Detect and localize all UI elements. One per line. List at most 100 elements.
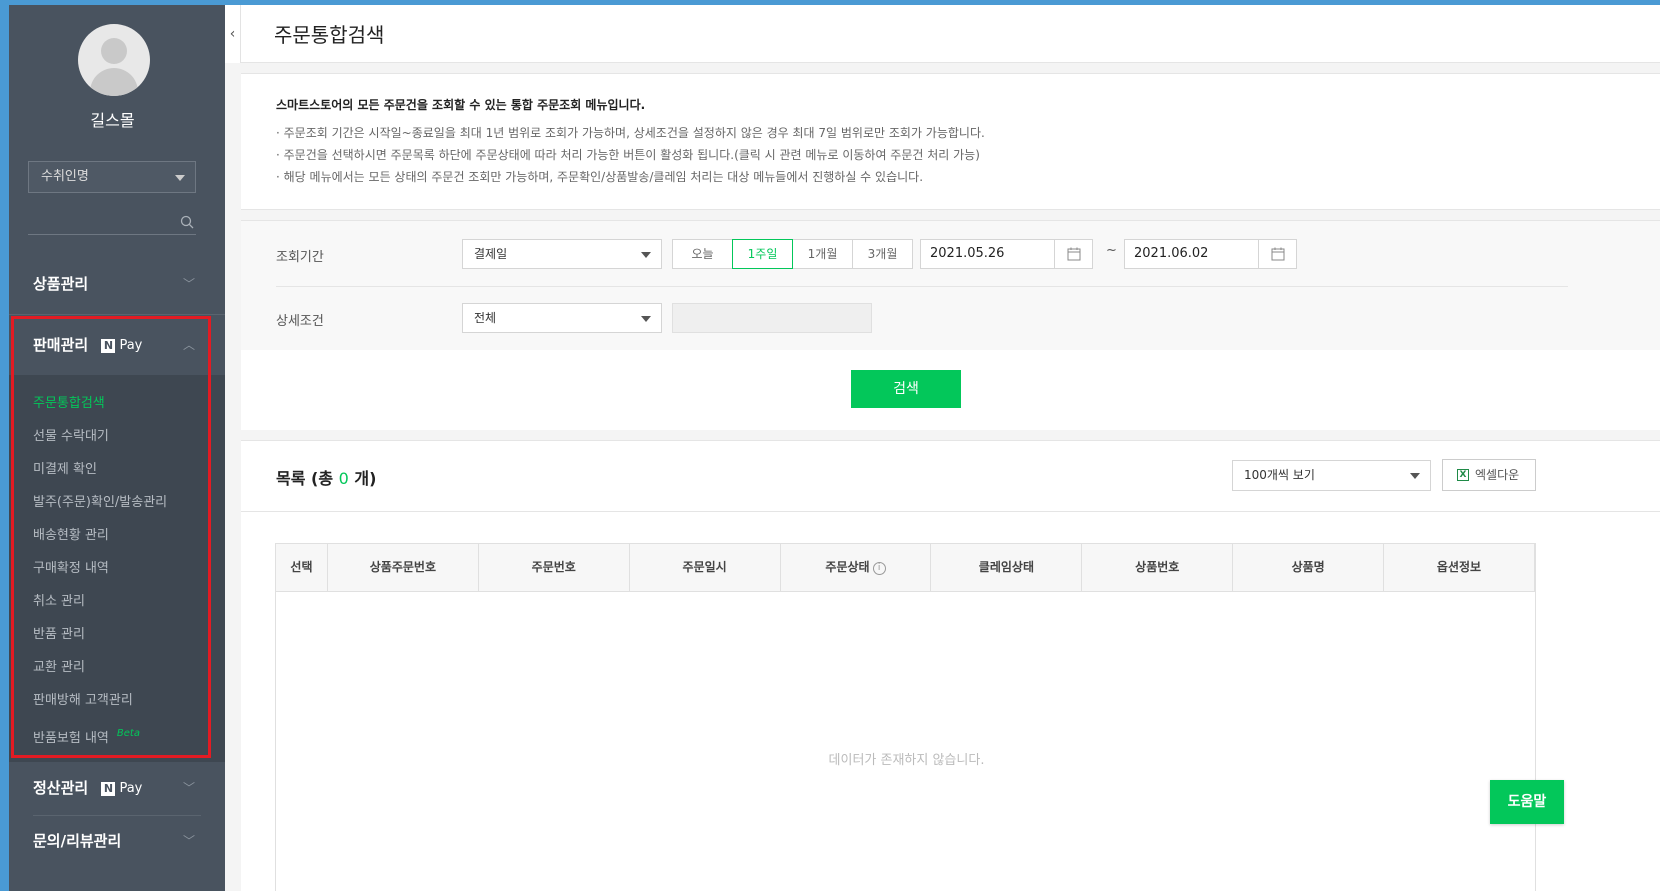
period-today-button[interactable]: 오늘 — [672, 239, 733, 269]
column-header[interactable]: 클레임상태 — [931, 544, 1083, 591]
menu-settlement[interactable]: 정산관리 N Pay ﹀ — [9, 762, 225, 815]
date-range-separator: ~ — [1106, 243, 1117, 258]
info-line: · 주문건을 선택하시면 주문목록 하단에 주문상태에 따라 처리 가능한 버튼… — [276, 148, 980, 162]
sidebar: 길스몰 수취인명 상품관리 ﹀ 판매관리 N Pay ︿ 주문통합검색 선물 수… — [9, 5, 225, 891]
sidebar-item-unpaid[interactable]: 미결제 확인 — [9, 453, 225, 486]
store-name[interactable]: 길스몰 — [9, 107, 216, 131]
sidebar-search-input[interactable] — [28, 215, 196, 235]
table-header-row: 선택 상품주문번호 주문번호 주문일시 주문상태 i 클레임상태 상품번호 상품명… — [276, 544, 1535, 592]
search-icon[interactable] — [180, 215, 194, 229]
order-list-panel: 목록 (총 0 개) 100개씩 보기 X 엑셀다운 선택 상품주문번호 주문번… — [241, 440, 1660, 891]
sidebar-item-exchange[interactable]: 교환 관리 — [9, 651, 225, 684]
detail-label: 상세조건 — [276, 314, 324, 329]
detail-condition-select[interactable]: 전체 — [462, 303, 662, 333]
info-line: · 해당 메뉴에서는 모든 상태의 주문건 조회만 가능하며, 주문확인/상품발… — [276, 170, 924, 184]
profile-area: 길스몰 수취인명 — [9, 5, 225, 255]
npay-label: Pay — [119, 781, 143, 796]
excel-icon: X — [1457, 469, 1469, 481]
npay-label: Pay — [119, 337, 143, 353]
chevron-down-icon: ﹀ — [182, 834, 195, 848]
page-size-select[interactable]: 100개씩 보기 — [1232, 460, 1431, 491]
period-1week-button[interactable]: 1주일 — [732, 239, 793, 269]
search-type-value: 수취인명 — [41, 169, 89, 184]
page-header: 주문통합검색 — [241, 5, 1660, 63]
divider — [241, 511, 1660, 512]
calendar-icon[interactable] — [1258, 240, 1296, 268]
menu-sales-label: 판매관리 — [33, 336, 89, 354]
return-insurance-label: 반품보험 내역 — [33, 731, 109, 746]
list-title: 목록 (총 0 개) — [276, 465, 376, 489]
start-date-input[interactable]: 2021.05.26 — [920, 239, 1093, 269]
period-button-group: 오늘 1주일 1개월 3개월 — [672, 239, 913, 269]
npay-badge: N Pay — [101, 316, 142, 376]
menu-settlement-label: 정산관리 — [33, 779, 89, 797]
list-title-suffix: 개) — [348, 469, 377, 488]
sidebar-item-blocked-customers[interactable]: 판매방해 고객관리 — [9, 684, 225, 717]
end-date-input[interactable]: 2021.06.02 — [1124, 239, 1297, 269]
column-header[interactable]: 상품주문번호 — [328, 544, 479, 591]
menu-sales[interactable]: 판매관리 N Pay ︿ — [9, 315, 225, 375]
beta-badge: Beta — [116, 728, 140, 739]
info-icon[interactable]: i — [872, 562, 886, 575]
detail-condition-value: 전체 — [474, 311, 497, 325]
caret-down-icon — [641, 316, 651, 322]
detail-keyword-input[interactable] — [672, 303, 872, 333]
column-header[interactable]: 상품명 — [1233, 544, 1385, 591]
period-3month-button[interactable]: 3개월 — [852, 239, 913, 269]
start-date-value: 2021.05.26 — [930, 246, 1005, 261]
column-header-label: 주문상태 — [825, 560, 870, 574]
npay-badge: N Pay — [101, 762, 142, 815]
info-line: · 주문조회 기간은 시작일~종료일을 최대 1년 범위로 조회가 가능하며, … — [276, 126, 985, 140]
end-date-value: 2021.06.02 — [1134, 246, 1209, 261]
sidebar-item-delivery-status[interactable]: 배송현황 관리 — [9, 519, 225, 552]
excel-download-button[interactable]: X 엑셀다운 — [1442, 459, 1536, 491]
search-button[interactable]: 검색 — [851, 370, 961, 408]
column-header[interactable]: 옵션정보 — [1384, 544, 1535, 591]
period-type-value: 결제일 — [474, 247, 508, 261]
naver-n-icon: N — [101, 781, 116, 796]
excel-download-label: 엑셀다운 — [1475, 468, 1520, 482]
chevron-down-icon: ﹀ — [182, 781, 195, 795]
divider — [276, 286, 1568, 287]
menu-product[interactable]: 상품관리 ﹀ — [9, 255, 225, 314]
sidebar-item-order-confirm-shipping[interactable]: 발주(주문)확인/발송관리 — [9, 486, 225, 519]
caret-down-icon — [175, 175, 185, 181]
page-size-value: 100개씩 보기 — [1244, 468, 1315, 482]
chevron-up-icon: ︿ — [182, 338, 195, 352]
column-header[interactable]: 선택 — [276, 544, 328, 591]
column-header[interactable]: 주문번호 — [479, 544, 630, 591]
calendar-icon[interactable] — [1054, 240, 1092, 268]
info-title: 스마트스토어의 모든 주문건을 조회할 수 있는 통합 주문조회 메뉴입니다. — [276, 98, 646, 112]
caret-down-icon — [641, 252, 651, 258]
list-count: 0 — [338, 469, 349, 488]
order-table: 선택 상품주문번호 주문번호 주문일시 주문상태 i 클레임상태 상품번호 상품명… — [275, 543, 1536, 891]
column-header[interactable]: 상품번호 — [1082, 544, 1234, 591]
sidebar-item-order-search[interactable]: 주문통합검색 — [9, 387, 225, 420]
avatar[interactable] — [78, 24, 150, 96]
sidebar-item-cancel[interactable]: 취소 관리 — [9, 585, 225, 618]
menu-inquiry-review[interactable]: 문의/리뷰관리 ﹀ — [9, 816, 225, 866]
list-title-prefix: 목록 (총 — [276, 469, 339, 488]
collapse-sidebar-button[interactable]: ‹ — [225, 5, 241, 63]
page-title: 주문통합검색 — [274, 23, 385, 47]
period-type-select[interactable]: 결제일 — [462, 239, 662, 269]
help-button[interactable]: 도움말 — [1490, 780, 1564, 824]
naver-n-icon: N — [101, 338, 116, 353]
app-window: 길스몰 수취인명 상품관리 ﹀ 판매관리 N Pay ︿ 주문통합검색 선물 수… — [9, 5, 1660, 891]
sidebar-item-return[interactable]: 반품 관리 — [9, 618, 225, 651]
column-header-order-status[interactable]: 주문상태 i — [781, 544, 932, 591]
empty-message: 데이터가 존재하지 않습니다. — [828, 753, 985, 768]
filter-panel: 조회기간 결제일 오늘 1주일 1개월 3개월 2021.05.26 ~ 202… — [241, 220, 1660, 430]
sidebar-item-gift-pending[interactable]: 선물 수락대기 — [9, 420, 225, 453]
avatar-body — [90, 68, 138, 96]
menu-product-label: 상품관리 — [33, 275, 89, 293]
sidebar-item-purchase-confirmed[interactable]: 구매확정 내역 — [9, 552, 225, 585]
sidebar-item-return-insurance[interactable]: 반품보험 내역 Beta — [9, 717, 225, 750]
column-header[interactable]: 주문일시 — [630, 544, 781, 591]
period-1month-button[interactable]: 1개월 — [792, 239, 853, 269]
menu-inquiry-label: 문의/리뷰관리 — [33, 832, 122, 850]
search-type-select[interactable]: 수취인명 — [28, 161, 196, 193]
avatar-head — [101, 38, 127, 64]
main-content: 주문통합검색 스마트스토어의 모든 주문건을 조회할 수 있는 통합 주문조회 … — [241, 5, 1660, 891]
chevron-down-icon: ﹀ — [182, 277, 195, 291]
